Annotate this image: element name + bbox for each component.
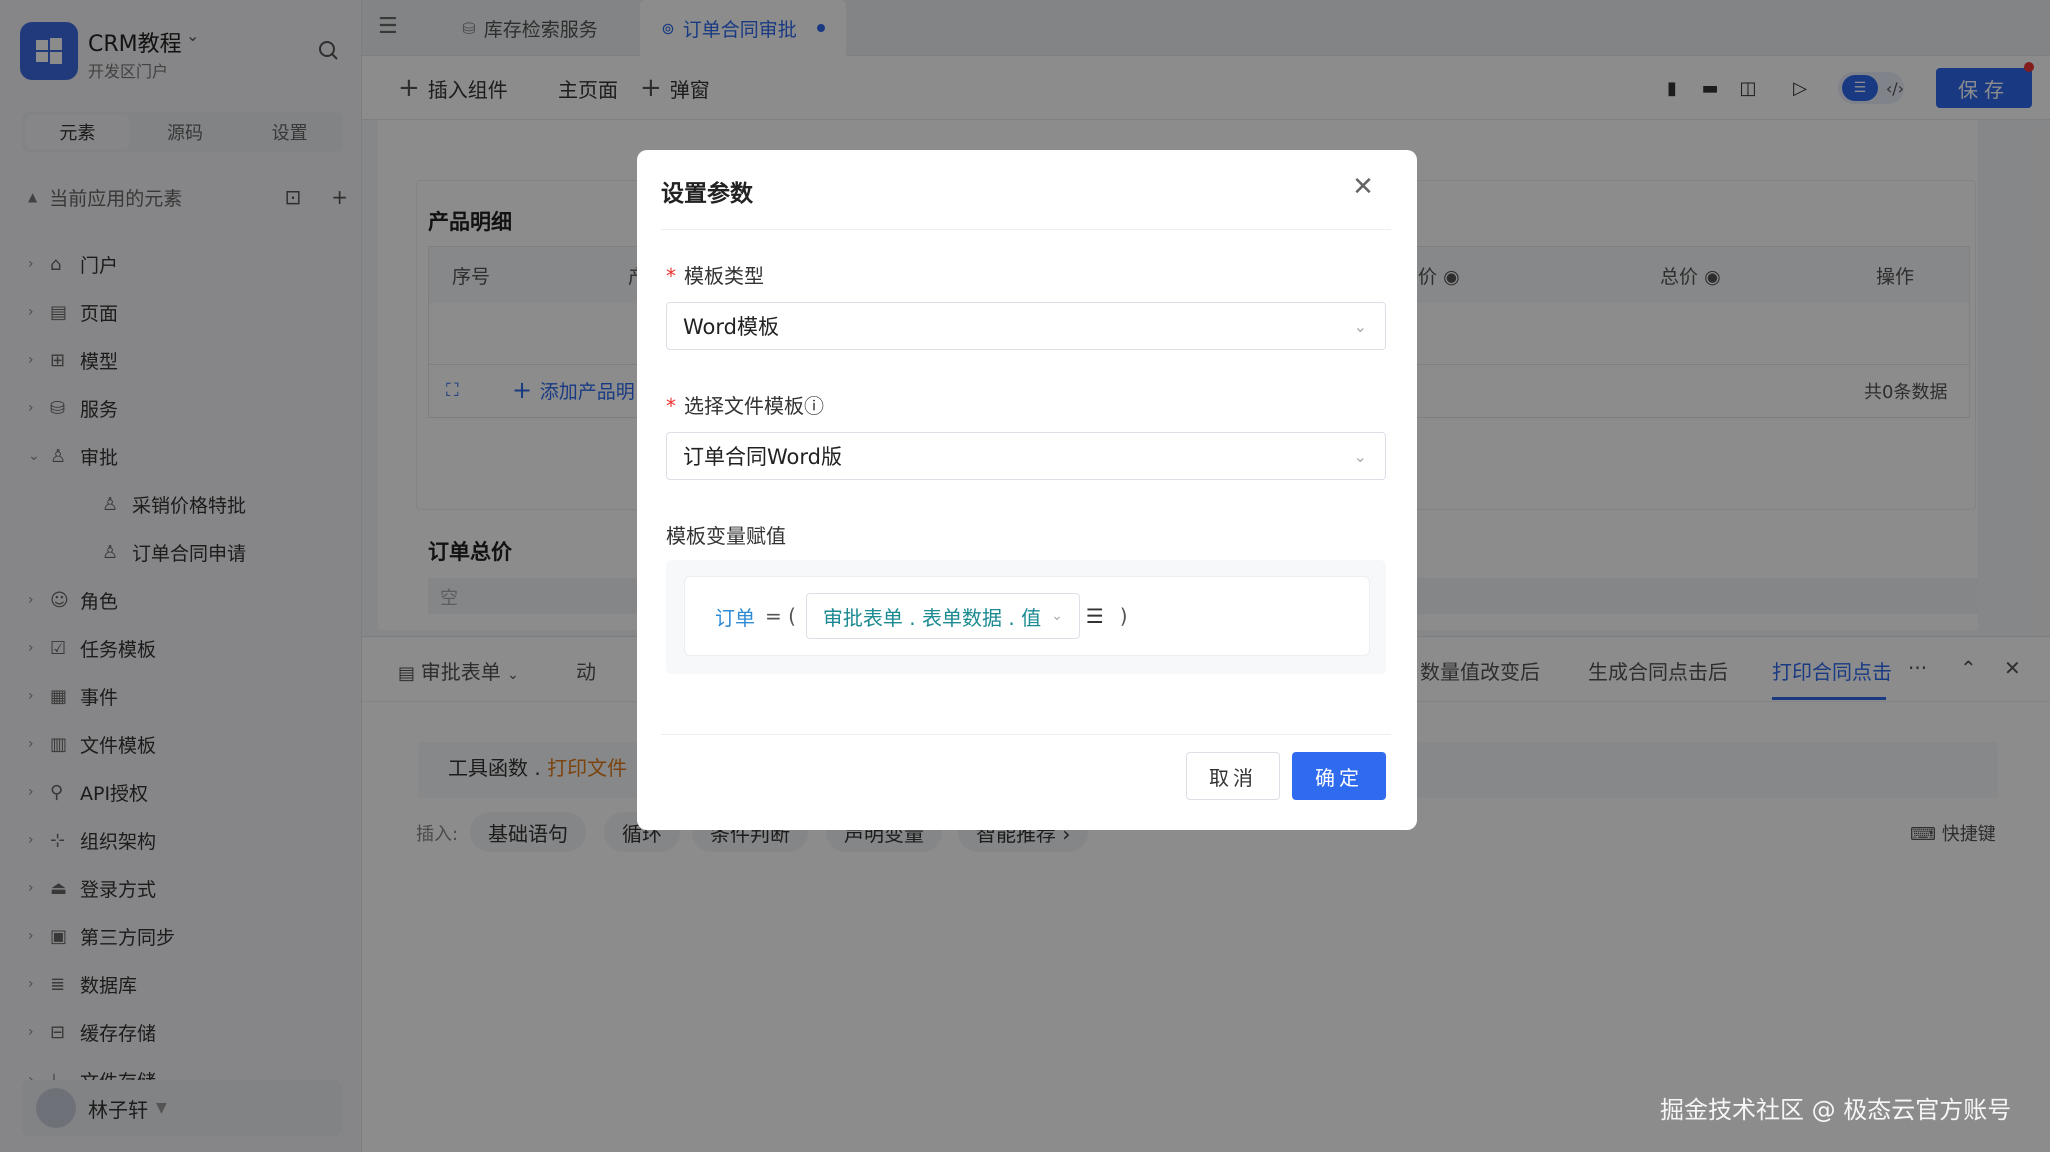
variable-value-select[interactable]: 审批表单 . 表单数据 . 值 ⌄ <box>805 593 1080 639</box>
chevron-down-icon: ⌄ <box>1353 446 1367 466</box>
chevron-down-icon: ⌄ <box>1353 316 1367 336</box>
template-variables-label: 模板变量赋值 <box>666 524 786 548</box>
watermark: 掘金技术社区 @ 极态云官方账号 <box>1660 1096 2012 1124</box>
file-template-select[interactable]: 订单合同Word版 ⌄ <box>666 432 1386 480</box>
close-icon[interactable]: ✕ <box>1348 172 1378 202</box>
variable-name: 订单 <box>715 605 755 630</box>
confirm-button[interactable]: 确定 <box>1292 752 1386 800</box>
dialog-title: 设置参数 <box>661 181 753 207</box>
variable-row: 订单 = ( 审批表单 . 表单数据 . 值 ⌄ ☰ ) <box>684 576 1370 656</box>
template-type-label: * 模板类型 <box>666 264 764 288</box>
set-params-dialog <box>637 150 1417 830</box>
divider <box>661 229 1391 230</box>
template-type-select[interactable]: Word模板 ⌄ <box>666 302 1386 350</box>
chevron-down-icon: ⌄ <box>1051 608 1063 624</box>
assign-operator: = ( <box>765 604 796 628</box>
list-icon[interactable]: ☰ <box>1086 604 1104 628</box>
file-template-label: * 选择文件模板ⓘ <box>666 394 824 418</box>
cancel-button[interactable]: 取消 <box>1186 752 1280 800</box>
close-paren: ) <box>1119 604 1128 628</box>
divider <box>661 734 1391 735</box>
